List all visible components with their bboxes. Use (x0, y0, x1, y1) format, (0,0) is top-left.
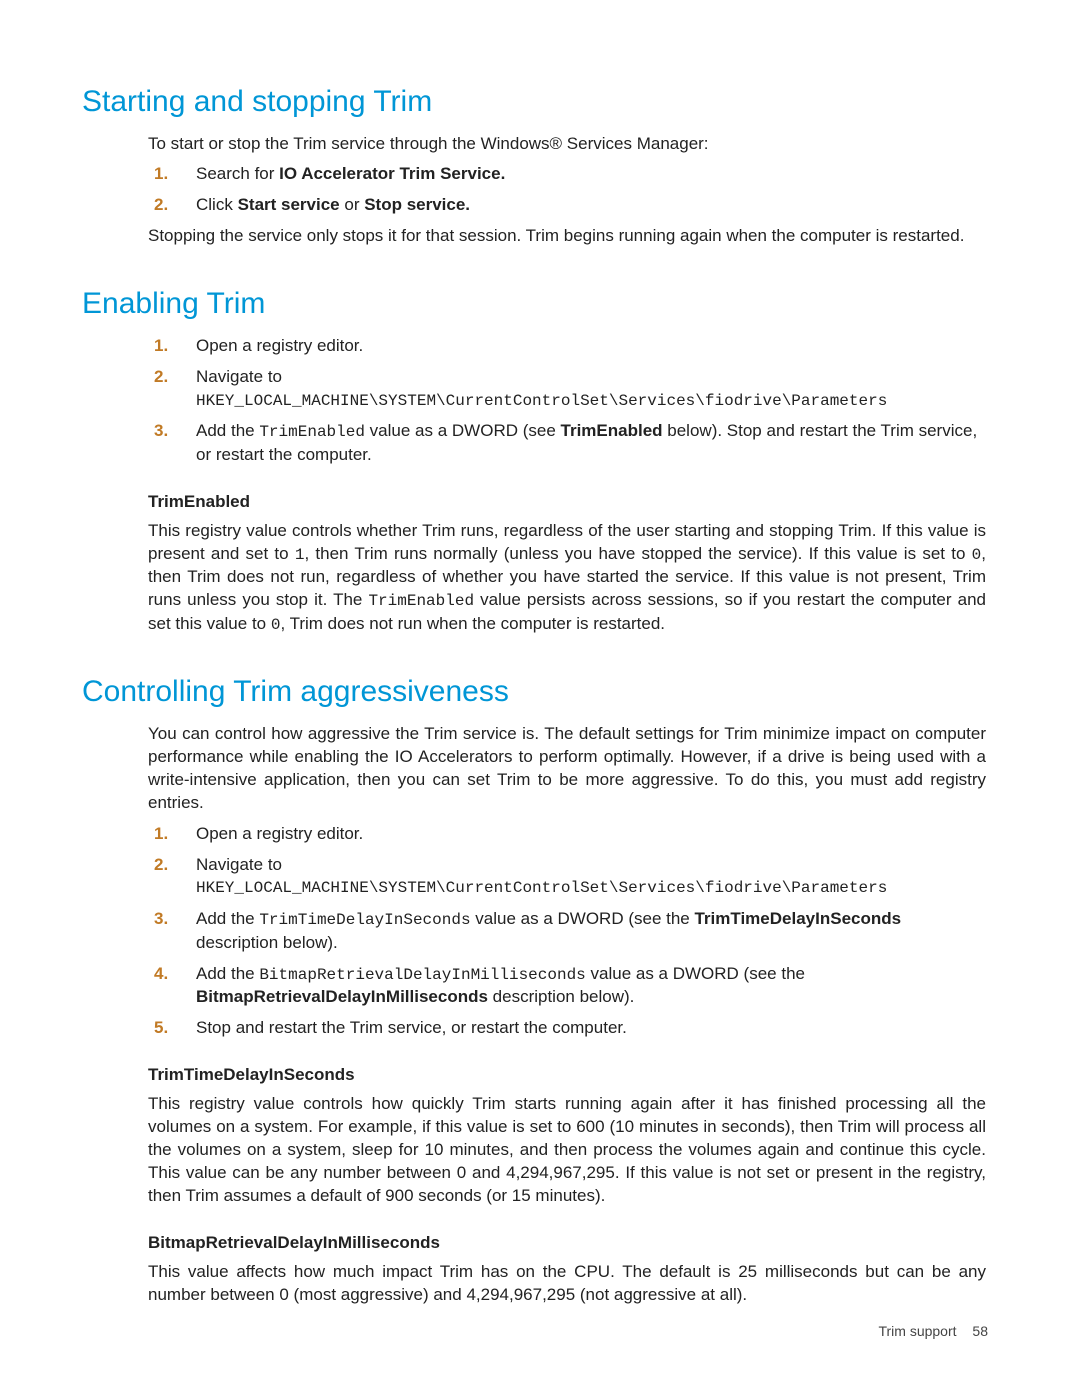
trimtimedelay-description: This registry value controls how quickly… (148, 1093, 986, 1208)
step-text-post: description below). (196, 933, 338, 952)
inline-code: 1 (295, 546, 305, 564)
section2-step1: 1. Open a registry editor. (148, 335, 986, 358)
heading-starting-stopping-trim: Starting and stopping Trim (82, 82, 992, 123)
section2-step2: 2. Navigate to HKEY_LOCAL_MACHINE\SYSTEM… (148, 366, 986, 413)
step-text: Open a registry editor. (196, 336, 363, 355)
section3-steps: 1. Open a registry editor. 2. Navigate t… (148, 823, 986, 1040)
section2-step3: 3. Add the TrimEnabled value as a DWORD … (148, 420, 986, 467)
inline-code: BitmapRetrievalDelayInMilliseconds (259, 966, 585, 984)
document-page: Starting and stopping Trim To start or s… (0, 0, 1080, 1397)
step-text: Navigate to (196, 367, 282, 386)
step-text-pre: Add the (196, 421, 259, 440)
footer-label: Trim support (878, 1323, 956, 1339)
section2-body: 1. Open a registry editor. 2. Navigate t… (148, 335, 986, 637)
step-text-bold: Start service (238, 195, 340, 214)
step-text-mid: value as a DWORD (see the (471, 909, 695, 928)
step-text-bold: TrimEnabled (561, 421, 663, 440)
para-mid1: , then Trim runs normally (unless you ha… (304, 544, 971, 563)
section1-steps: 1. Search for IO Accelerator Trim Servic… (148, 163, 986, 217)
registry-path: HKEY_LOCAL_MACHINE\SYSTEM\CurrentControl… (196, 392, 887, 410)
step-text: Stop and restart the Trim service, or re… (196, 1018, 627, 1037)
step-text-bold: IO Accelerator Trim Service. (279, 164, 505, 183)
section3-step2: 2. Navigate to HKEY_LOCAL_MACHINE\SYSTEM… (148, 854, 986, 901)
list-number: 3. (154, 420, 168, 443)
step-text-bold: TrimTimeDelayInSeconds (694, 909, 901, 928)
section2-steps: 1. Open a registry editor. 2. Navigate t… (148, 335, 986, 467)
section3-step4: 4. Add the BitmapRetrievalDelayInMillise… (148, 963, 986, 1010)
inline-code: 0 (972, 546, 982, 564)
section3-intro: You can control how aggressive the Trim … (148, 723, 986, 815)
step-text-pre: Add the (196, 909, 259, 928)
step-text-pre: Click (196, 195, 238, 214)
list-number: 1. (154, 823, 168, 846)
inline-code: TrimEnabled (259, 423, 365, 441)
list-number: 2. (154, 194, 168, 217)
page-footer: Trim support 58 (878, 1322, 988, 1341)
section3-body: You can control how aggressive the Trim … (148, 723, 986, 1307)
para-post: , Trim does not run when the computer is… (280, 614, 665, 633)
list-number: 4. (154, 963, 168, 986)
list-number: 1. (154, 163, 168, 186)
step-text-pre: Add the (196, 964, 259, 983)
list-number: 3. (154, 908, 168, 931)
inline-code: TrimTimeDelayInSeconds (259, 911, 470, 929)
list-number: 2. (154, 366, 168, 389)
registry-path: HKEY_LOCAL_MACHINE\SYSTEM\CurrentControl… (196, 879, 887, 897)
section1-intro: To start or stop the Trim service throug… (148, 133, 986, 156)
section3-step3: 3. Add the TrimTimeDelayInSeconds value … (148, 908, 986, 955)
step-text-bold: BitmapRetrievalDelayInMilliseconds (196, 987, 488, 1006)
inline-code: TrimEnabled (368, 592, 474, 610)
heading-enabling-trim: Enabling Trim (82, 284, 992, 325)
section3-step5: 5. Stop and restart the Trim service, or… (148, 1017, 986, 1040)
section3-step1: 1. Open a registry editor. (148, 823, 986, 846)
step-text-mid: value as a DWORD (see the (586, 964, 805, 983)
list-number: 1. (154, 335, 168, 358)
step-text-mid: value as a DWORD (see (365, 421, 561, 440)
subheading-bitmapdelay: BitmapRetrievalDelayInMilliseconds (148, 1232, 986, 1255)
step-text-post: description below). (488, 987, 634, 1006)
list-number: 2. (154, 854, 168, 877)
step-text: Open a registry editor. (196, 824, 363, 843)
bitmapdelay-description: This value affects how much impact Trim … (148, 1261, 986, 1307)
page-number: 58 (972, 1322, 988, 1341)
step-text-pre: Search for (196, 164, 279, 183)
section1-outro: Stopping the service only stops it for t… (148, 225, 986, 248)
list-number: 5. (154, 1017, 168, 1040)
step-text-bold2: Stop service. (364, 195, 470, 214)
heading-controlling-aggressiveness: Controlling Trim aggressiveness (82, 672, 992, 713)
step-text-mid: or (340, 195, 365, 214)
step-text: Navigate to (196, 855, 282, 874)
inline-code: 0 (271, 616, 281, 634)
section1-body: To start or stop the Trim service throug… (148, 133, 986, 249)
section1-step1: 1. Search for IO Accelerator Trim Servic… (148, 163, 986, 186)
section1-step2: 2. Click Start service or Stop service. (148, 194, 986, 217)
subheading-trimenabled: TrimEnabled (148, 491, 986, 514)
trimenabled-description: This registry value controls whether Tri… (148, 520, 986, 637)
subheading-trimtimedelay: TrimTimeDelayInSeconds (148, 1064, 986, 1087)
